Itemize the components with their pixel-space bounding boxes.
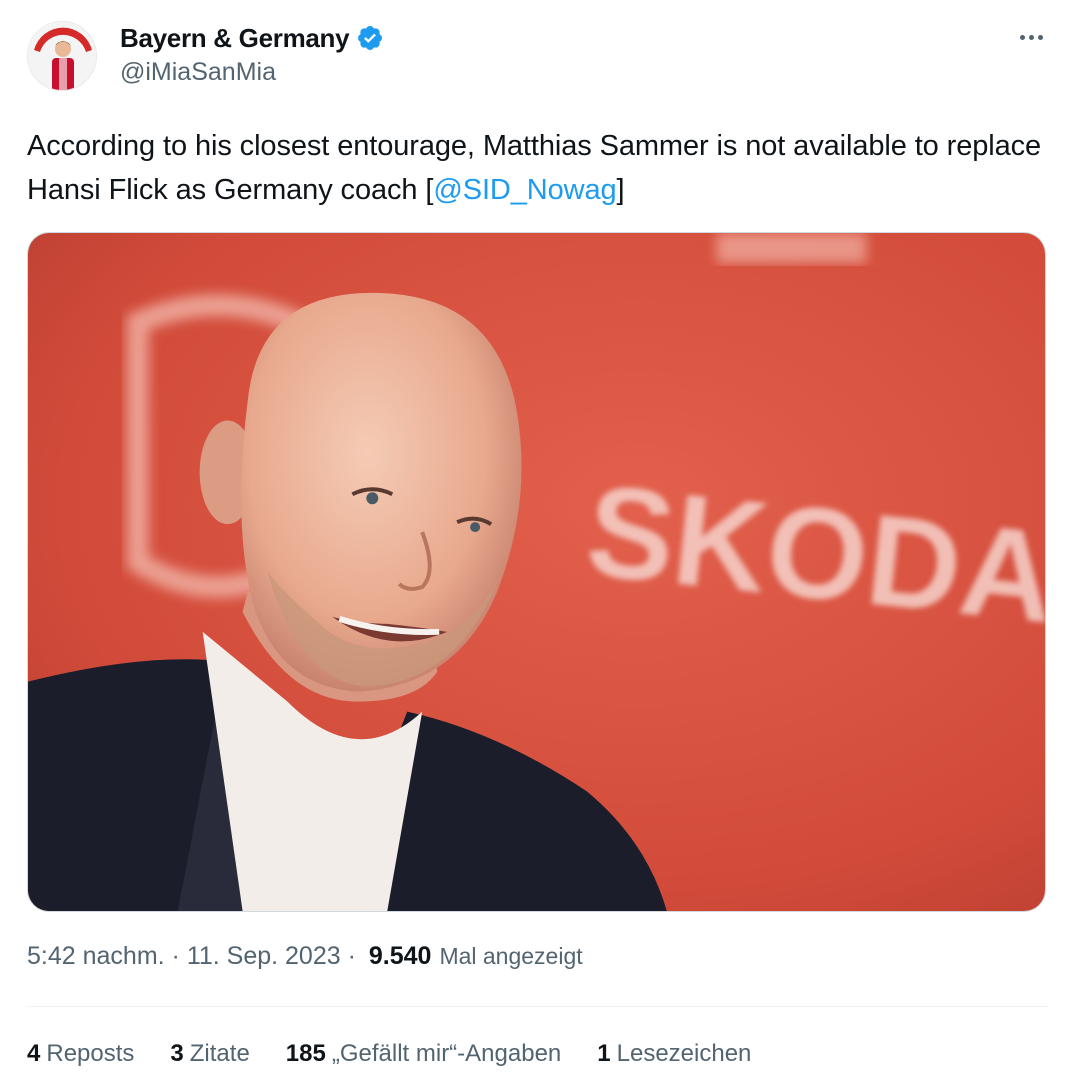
meta-separator: · — [340, 942, 363, 970]
engagement-stats: 4 Reposts 3 Zitate 185 „Gefällt mir“-Ang… — [27, 1040, 787, 1068]
reposts-count: 4 — [27, 1040, 41, 1067]
likes-count: 185 — [285, 1040, 326, 1067]
tweet-photo[interactable]: SKODA — [27, 232, 1046, 912]
profile-avatar-icon — [28, 22, 96, 90]
more-options-button[interactable] — [1014, 22, 1048, 52]
quotes-link[interactable]: 3 Zitate — [170, 1040, 249, 1068]
bookmarks-label: Lesezeichen — [616, 1040, 752, 1067]
meta-separator: · — [164, 942, 187, 970]
bookmarks-count: 1 — [597, 1040, 611, 1067]
reposts-link[interactable]: 4 Reposts — [27, 1040, 134, 1068]
likes-link[interactable]: 185 „Gefällt mir“-Angaben — [286, 1040, 561, 1068]
more-dot-icon — [1028, 34, 1034, 40]
likes-label: „Gefällt mir“-Angaben — [331, 1040, 562, 1067]
tweet-text: According to his closest entourage, Matt… — [27, 124, 1052, 212]
mention-link[interactable]: @SID_Nowag — [433, 174, 616, 206]
views-count: 9.540 — [368, 942, 432, 970]
reposts-label: Reposts — [46, 1040, 135, 1067]
verified-badge-icon — [358, 26, 383, 50]
author-avatar[interactable] — [27, 21, 97, 91]
photo-illustration: SKODA — [28, 233, 1045, 911]
divider — [27, 1006, 1048, 1007]
quotes-label: Zitate — [189, 1040, 250, 1067]
tweet-meta: 5:42 nachm. · 11. Sep. 2023 · 9.540 Mal … — [27, 942, 583, 971]
author-name-row[interactable]: Bayern & Germany — [120, 22, 384, 54]
author-display-name[interactable]: Bayern & Germany — [120, 23, 350, 54]
views-label: Mal angezeigt — [439, 943, 583, 969]
tweet-time-link[interactable]: 5:42 nachm. — [27, 942, 165, 971]
tweet-text-end: ] — [616, 174, 625, 206]
bookmarks-link[interactable]: 1 Lesezeichen — [597, 1040, 751, 1068]
more-dot-icon — [1019, 34, 1025, 40]
author-handle[interactable]: @iMiaSanMia — [120, 58, 276, 87]
more-dot-icon — [1037, 34, 1043, 40]
quotes-count: 3 — [170, 1040, 184, 1067]
tweet-date-link[interactable]: 11. Sep. 2023 — [187, 942, 341, 971]
